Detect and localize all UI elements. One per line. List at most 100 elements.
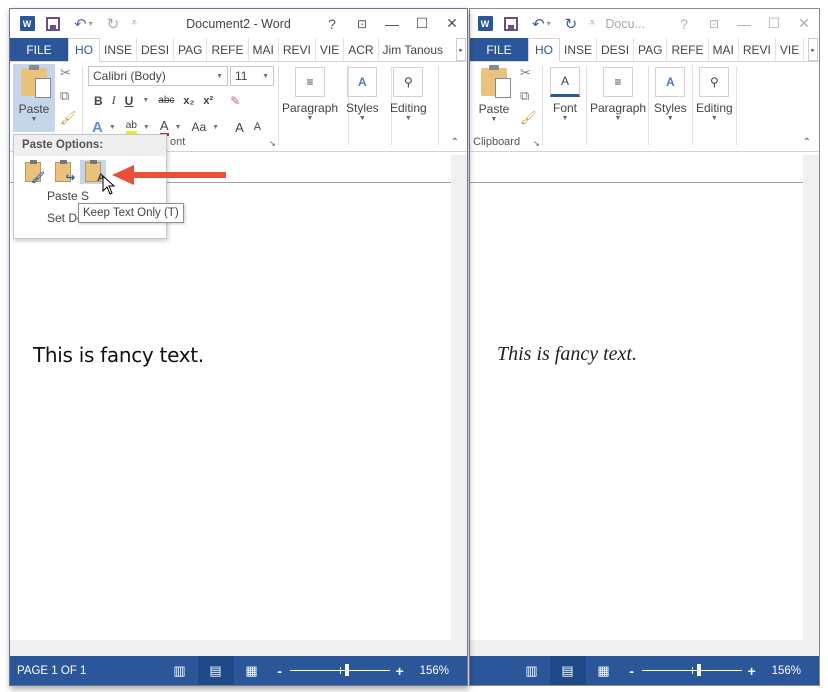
font-size-select[interactable]: 11 ▼	[230, 66, 274, 86]
font-button[interactable]: A Font ▼	[550, 64, 580, 122]
web-layout-icon[interactable]: ▦	[586, 656, 622, 685]
editing-button[interactable]: ⚲ Editing ▼	[390, 64, 427, 122]
keep-source-formatting-option[interactable]: 🖌	[20, 160, 46, 184]
paste-button[interactable]: Paste ▼	[13, 64, 55, 132]
redo-icon[interactable]: ↻	[107, 15, 120, 33]
font-dialog-launcher-icon[interactable]: ↘	[269, 139, 276, 148]
merge-formatting-option[interactable]: ↪	[50, 160, 76, 184]
zoom-track[interactable]	[289, 664, 390, 676]
customize-toolbar-icon[interactable]: ⩡	[131, 17, 137, 30]
tab-view[interactable]: VIE	[316, 38, 345, 61]
tab-file[interactable]: FILE	[470, 38, 528, 61]
tab-insert[interactable]: INSE	[560, 38, 598, 61]
zoom-slider[interactable]: - +	[626, 663, 758, 679]
subscript-button[interactable]: x₂	[183, 95, 194, 107]
tab-design[interactable]: DESI	[137, 38, 175, 61]
minimize-icon[interactable]: —	[729, 16, 759, 32]
editing-button[interactable]: ⚲ Editing ▼	[696, 64, 733, 122]
bold-button[interactable]: B	[94, 94, 103, 108]
text-effects-button[interactable]: A	[92, 119, 103, 136]
zoom-thumb[interactable]	[344, 664, 349, 676]
tab-view[interactable]: VIE	[776, 38, 805, 61]
tab-page-layout[interactable]: PAG	[174, 38, 208, 61]
highlight-button[interactable]: ab	[125, 120, 137, 134]
tab-review[interactable]: REVI	[279, 38, 316, 61]
page-count[interactable]: PAGE 1 OF 1	[17, 665, 86, 677]
tab-insert[interactable]: INSE	[100, 38, 138, 61]
redo-icon[interactable]: ↻	[565, 15, 578, 33]
help-icon[interactable]: ?	[669, 16, 699, 32]
collapse-ribbon-icon[interactable]: ⌃	[451, 137, 459, 148]
minimize-icon[interactable]: —	[377, 16, 407, 32]
zoom-in-button[interactable]: +	[746, 663, 758, 679]
tab-scroll-right-icon[interactable]: ▸	[808, 38, 818, 61]
copy-icon[interactable]: ⧉	[520, 88, 529, 104]
grow-font-button[interactable]: A	[235, 120, 244, 135]
ribbon-display-icon[interactable]: ⊡	[347, 17, 377, 31]
maximize-icon[interactable]: ☐	[759, 15, 789, 32]
zoom-percent[interactable]: 156%	[772, 665, 801, 677]
zoom-out-button[interactable]: -	[626, 663, 638, 679]
clipboard-dialog-launcher-icon[interactable]: ↘	[533, 139, 540, 148]
read-mode-icon[interactable]: ▥	[514, 656, 550, 685]
font-name-select[interactable]: Calibri (Body) ▼	[88, 66, 228, 86]
collapse-ribbon-icon[interactable]: ⌃	[803, 137, 811, 148]
web-layout-icon[interactable]: ▦	[234, 656, 270, 685]
help-icon[interactable]: ?	[317, 16, 347, 32]
copy-icon[interactable]: ⧉	[60, 88, 69, 104]
zoom-percent[interactable]: 156%	[420, 665, 449, 677]
tab-acrobat[interactable]: ACR	[344, 38, 379, 61]
paragraph-button[interactable]: ≡ Paragraph ▼	[590, 64, 646, 122]
underline-button[interactable]: U	[125, 94, 134, 108]
underline-dropdown-icon[interactable]: ▼	[142, 97, 149, 104]
undo-dropdown-icon[interactable]: ▾	[89, 19, 93, 28]
save-icon[interactable]	[46, 16, 60, 31]
word-app-icon[interactable]: W	[16, 13, 38, 35]
strikethrough-button[interactable]: abc	[158, 95, 174, 106]
user-name[interactable]: Jim Tanous	[379, 38, 447, 61]
document-page[interactable]: This is fancy text.	[470, 155, 803, 640]
tab-references[interactable]: REFE	[207, 38, 249, 61]
cut-icon[interactable]: ✂	[520, 65, 531, 81]
word-app-icon[interactable]: W	[474, 13, 496, 35]
change-case-button[interactable]: Aa	[191, 120, 206, 134]
cut-icon[interactable]: ✂	[60, 65, 71, 81]
tab-scroll-right-icon[interactable]: ▸	[456, 38, 466, 61]
styles-button[interactable]: A Styles ▼	[346, 64, 379, 122]
tab-references[interactable]: REFE	[667, 38, 709, 61]
styles-button[interactable]: A Styles ▼	[654, 64, 687, 122]
close-icon[interactable]: ✕	[789, 15, 819, 32]
document-text[interactable]: This is fancy text.	[497, 343, 637, 366]
tab-mailings[interactable]: MAI	[249, 38, 279, 61]
read-mode-icon[interactable]: ▥	[162, 656, 198, 685]
maximize-icon[interactable]: ☐	[407, 15, 437, 32]
customize-toolbar-icon[interactable]: ⩡	[589, 17, 595, 30]
tab-home[interactable]: HO	[528, 38, 560, 62]
paragraph-button[interactable]: ≡ Paragraph ▼	[282, 64, 338, 122]
superscript-button[interactable]: x²	[203, 95, 213, 107]
format-painter-icon[interactable]: 🖌	[60, 110, 77, 126]
zoom-track[interactable]	[641, 664, 742, 676]
print-layout-icon[interactable]: ▤	[549, 656, 586, 685]
undo-icon[interactable]: ↶	[74, 15, 87, 33]
print-layout-icon[interactable]: ▤	[197, 656, 234, 685]
italic-button[interactable]: I	[112, 93, 116, 108]
zoom-out-button[interactable]: -	[274, 663, 286, 679]
zoom-slider[interactable]: - +	[274, 663, 406, 679]
zoom-thumb[interactable]	[696, 664, 701, 676]
tab-page-layout[interactable]: PAG	[634, 38, 668, 61]
tab-design[interactable]: DESI	[597, 38, 635, 61]
tab-review[interactable]: REVI	[739, 38, 776, 61]
close-icon[interactable]: ✕	[437, 15, 467, 32]
tab-home[interactable]: HO	[68, 38, 100, 62]
ribbon-display-icon[interactable]: ⊡	[699, 17, 729, 31]
format-painter-icon[interactable]: 🖌	[520, 110, 537, 126]
undo-dropdown-icon[interactable]: ▾	[547, 19, 551, 28]
paste-button[interactable]: Paste ▼	[473, 64, 515, 132]
clear-formatting-icon[interactable]: ✎	[230, 94, 240, 108]
tab-mailings[interactable]: MAI	[709, 38, 739, 61]
undo-icon[interactable]: ↶	[532, 15, 545, 33]
save-icon[interactable]	[504, 16, 518, 31]
tab-file[interactable]: FILE	[10, 38, 68, 61]
document-text[interactable]: This is fancy text.	[33, 343, 204, 367]
